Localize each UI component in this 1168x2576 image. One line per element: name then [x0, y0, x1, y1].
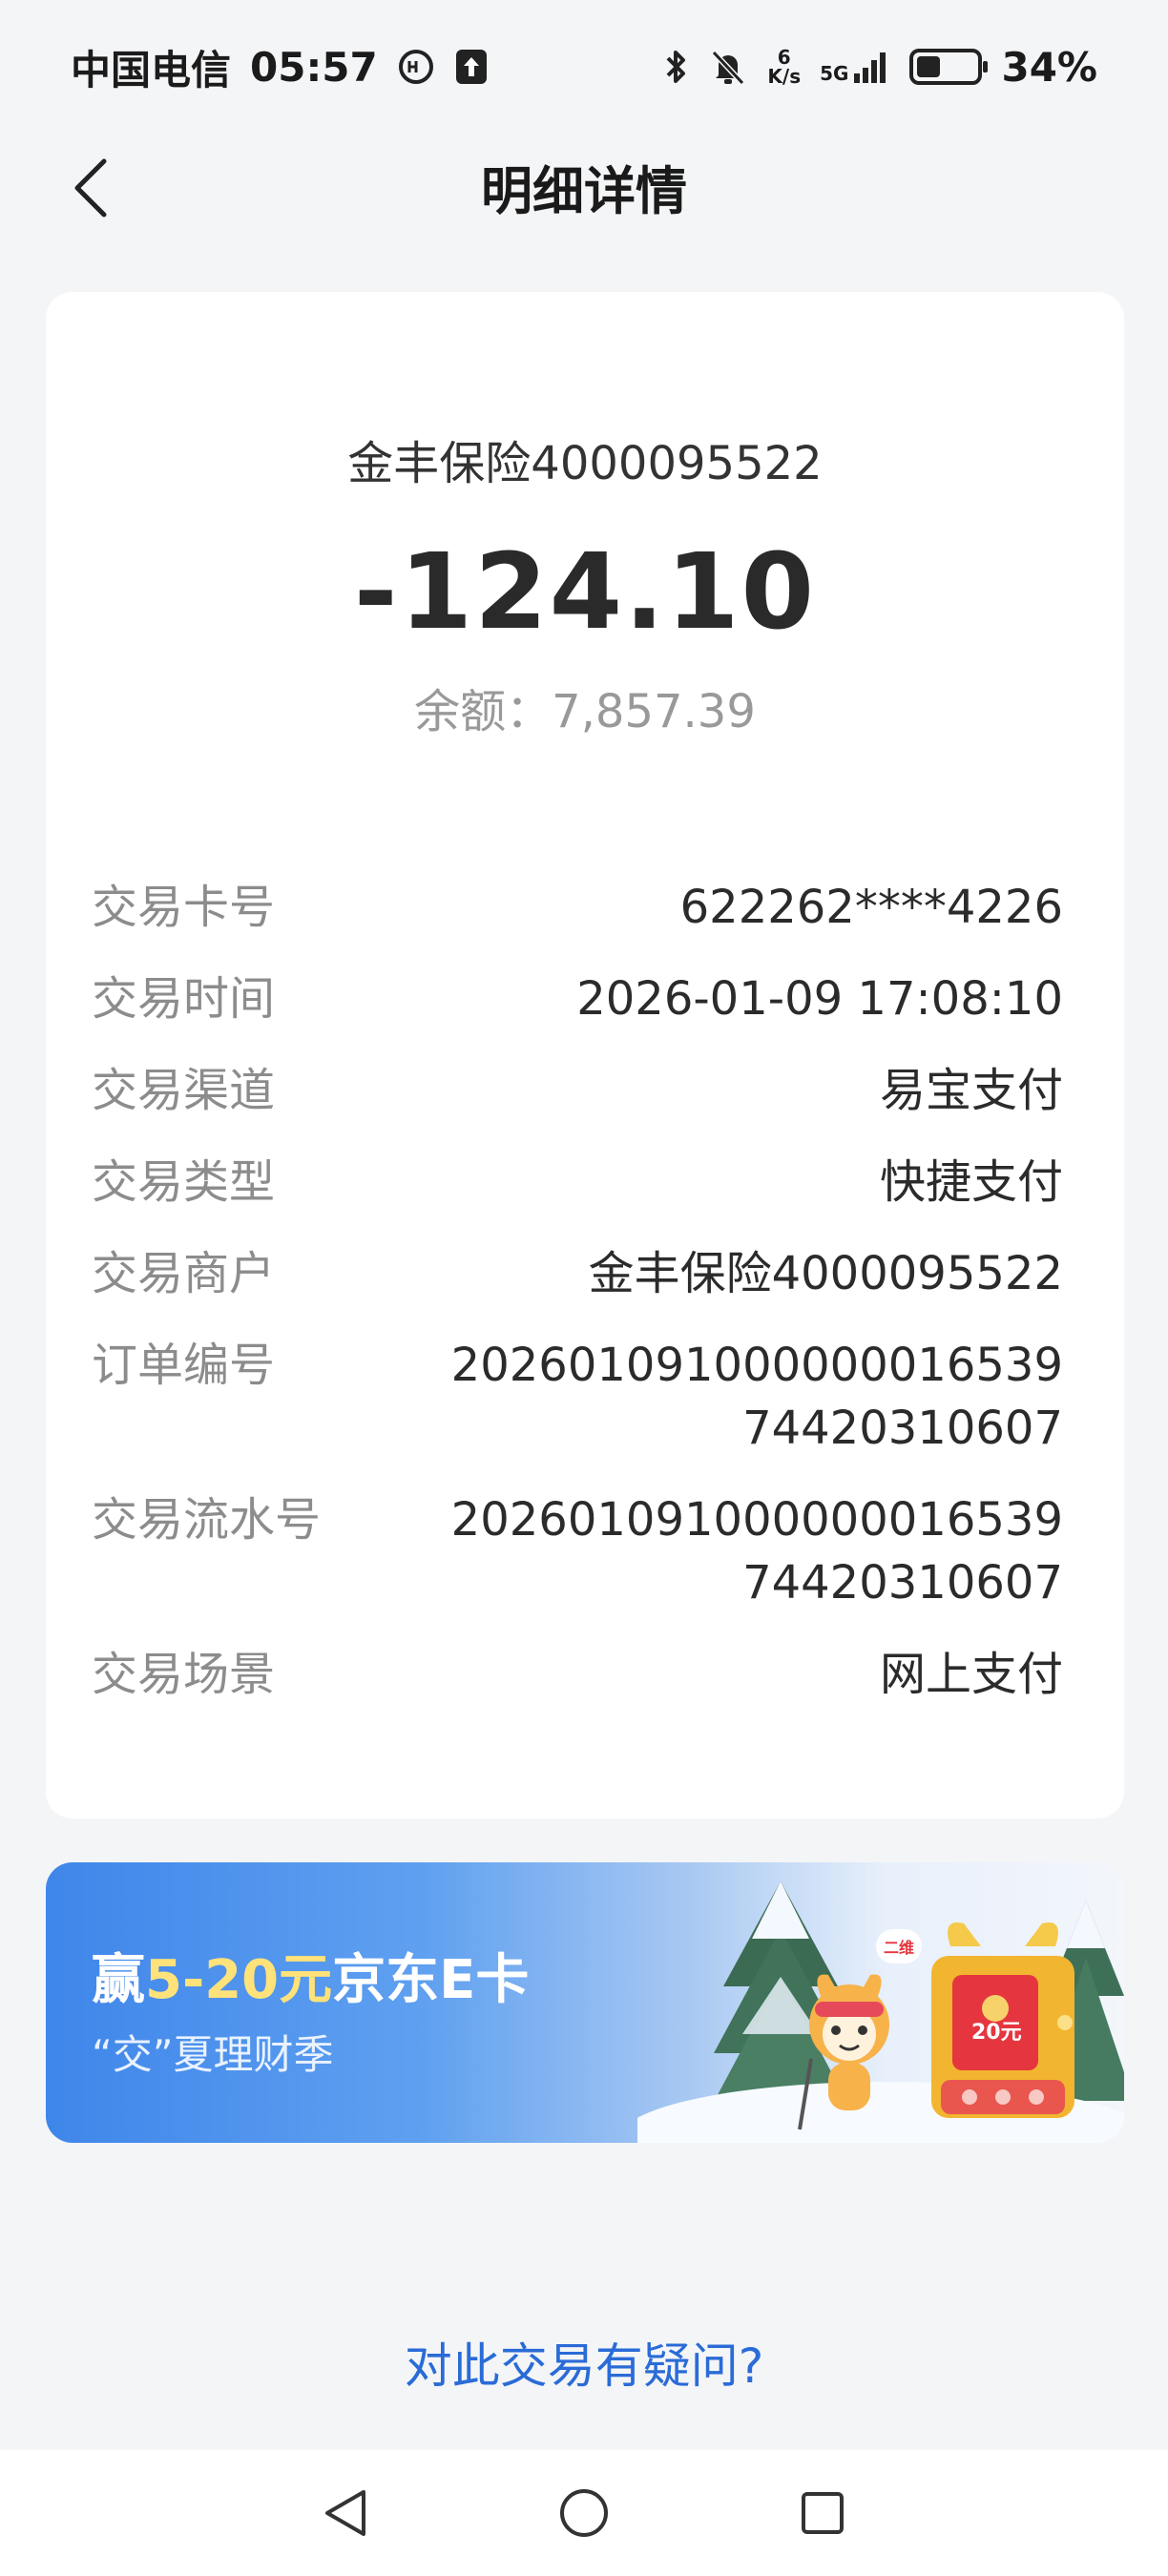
signal-group: 5G — [820, 49, 890, 85]
row-value: 快捷支付 — [879, 1155, 1063, 1209]
system-nav-bar — [0, 2450, 1168, 2576]
row-label: 交易渠道 — [92, 1064, 276, 1117]
row-value: 202601091000000016539 74420310607 — [451, 1488, 1063, 1614]
row-value: 2026-01-09 17:08:10 — [576, 972, 1063, 1026]
back-button[interactable] — [57, 155, 124, 221]
row-label: 交易商户 — [92, 1247, 276, 1300]
gift-amount-label: 20元 — [971, 2021, 1022, 2045]
merchant-title: 金丰保险4000095522 — [347, 437, 823, 490]
detail-row-merchant: 交易商户 金丰保险4000095522 — [92, 1242, 1063, 1305]
row-label: 交易时间 — [92, 972, 276, 1026]
transaction-amount: -124.10 — [353, 530, 817, 653]
nav-home-button[interactable] — [551, 2480, 617, 2546]
detail-row-order-number: 订单编号 202601091000000016539 74420310607 — [92, 1334, 1063, 1460]
bluetooth-icon — [662, 47, 689, 87]
battery-percent: 34% — [1001, 43, 1097, 91]
page-title: 明细详情 — [481, 160, 687, 221]
banner-title-highlight: 5-20元 — [145, 1949, 333, 2011]
transaction-card: 金丰保险4000095522 -124.10 余额：7,857.39 交易卡号 … — [46, 292, 1124, 1818]
square-recents-icon — [802, 2492, 844, 2534]
detail-row-type: 交易类型 快捷支付 — [92, 1151, 1063, 1214]
banner-title-post: 京东E卡 — [332, 1949, 530, 2011]
network-type: 5G — [820, 62, 849, 85]
banner-subtitle: “交”夏理财季 — [92, 2031, 334, 2078]
row-value: 622262****4226 — [679, 881, 1063, 934]
detail-row-time: 交易时间 2026-01-09 17:08:10 — [92, 967, 1063, 1030]
badge-text: 二维 — [883, 1939, 914, 1957]
triangle-back-icon — [325, 2490, 365, 2536]
status-right: 6 K/s 5G 34% — [662, 44, 1097, 91]
network-speed: 6 K/s — [767, 48, 801, 86]
detail-row-scene: 交易场景 网上支付 — [92, 1643, 1063, 1706]
status-bar: 中国电信 05:57 6 K/s 5G 34% — [0, 0, 1168, 134]
banner-title: 赢5-20元京东E卡 — [92, 1937, 529, 2014]
status-left: 中国电信 05:57 — [71, 38, 489, 96]
app-header: 明细详情 — [0, 134, 1168, 239]
carrier-name: 中国电信 — [71, 46, 232, 93]
row-value-line: 74420310607 — [742, 1556, 1063, 1610]
detail-row-channel: 交易渠道 易宝支付 — [92, 1059, 1063, 1122]
speed-value: 6 — [777, 46, 791, 69]
circle-home-icon — [560, 2489, 608, 2537]
detail-row-card-number: 交易卡号 622262****4226 — [92, 876, 1063, 939]
row-label: 交易类型 — [92, 1155, 276, 1209]
signal-bars-icon — [854, 52, 886, 83]
row-value-line: 202601091000000016539 — [450, 1339, 1063, 1392]
row-value: 202601091000000016539 74420310607 — [451, 1334, 1063, 1460]
row-label: 交易流水号 — [92, 1493, 322, 1547]
mute-bell-icon — [708, 47, 748, 87]
promo-banner[interactable]: 赢5-20元京东E卡 “交”夏理财季 20元 二维 — [46, 1862, 1124, 2143]
detail-rows: 交易卡号 622262****4226 交易时间 2026-01-09 17:0… — [92, 876, 1063, 1735]
upload-icon — [454, 48, 489, 86]
transaction-question-link[interactable]: 对此交易有疑问? — [0, 2328, 1168, 2397]
row-label: 订单编号 — [92, 1339, 276, 1392]
chevron-left-icon — [74, 158, 107, 218]
nav-back-button[interactable] — [312, 2480, 379, 2546]
badge-bubble: 二维 — [876, 1929, 922, 1963]
banner-title-pre: 赢 — [92, 1949, 145, 2011]
row-value: 易宝支付 — [879, 1064, 1063, 1117]
mascot-icon — [798, 1974, 889, 2129]
account-balance: 余额：7,857.39 — [414, 685, 756, 738]
row-value: 网上支付 — [879, 1648, 1063, 1701]
clock: 05:57 — [250, 43, 378, 91]
row-value-line: 202601091000000016539 — [450, 1493, 1063, 1547]
row-label: 交易场景 — [92, 1648, 276, 1701]
nav-recents-button[interactable] — [789, 2480, 856, 2546]
battery-icon — [909, 49, 989, 85]
detail-row-serial-number: 交易流水号 202601091000000016539 74420310607 — [92, 1488, 1063, 1614]
row-value: 金丰保险4000095522 — [588, 1247, 1063, 1300]
speed-unit: K/s — [767, 65, 802, 88]
row-value-line: 74420310607 — [742, 1402, 1063, 1455]
row-label: 交易卡号 — [92, 881, 276, 934]
hd-call-icon — [397, 48, 435, 86]
